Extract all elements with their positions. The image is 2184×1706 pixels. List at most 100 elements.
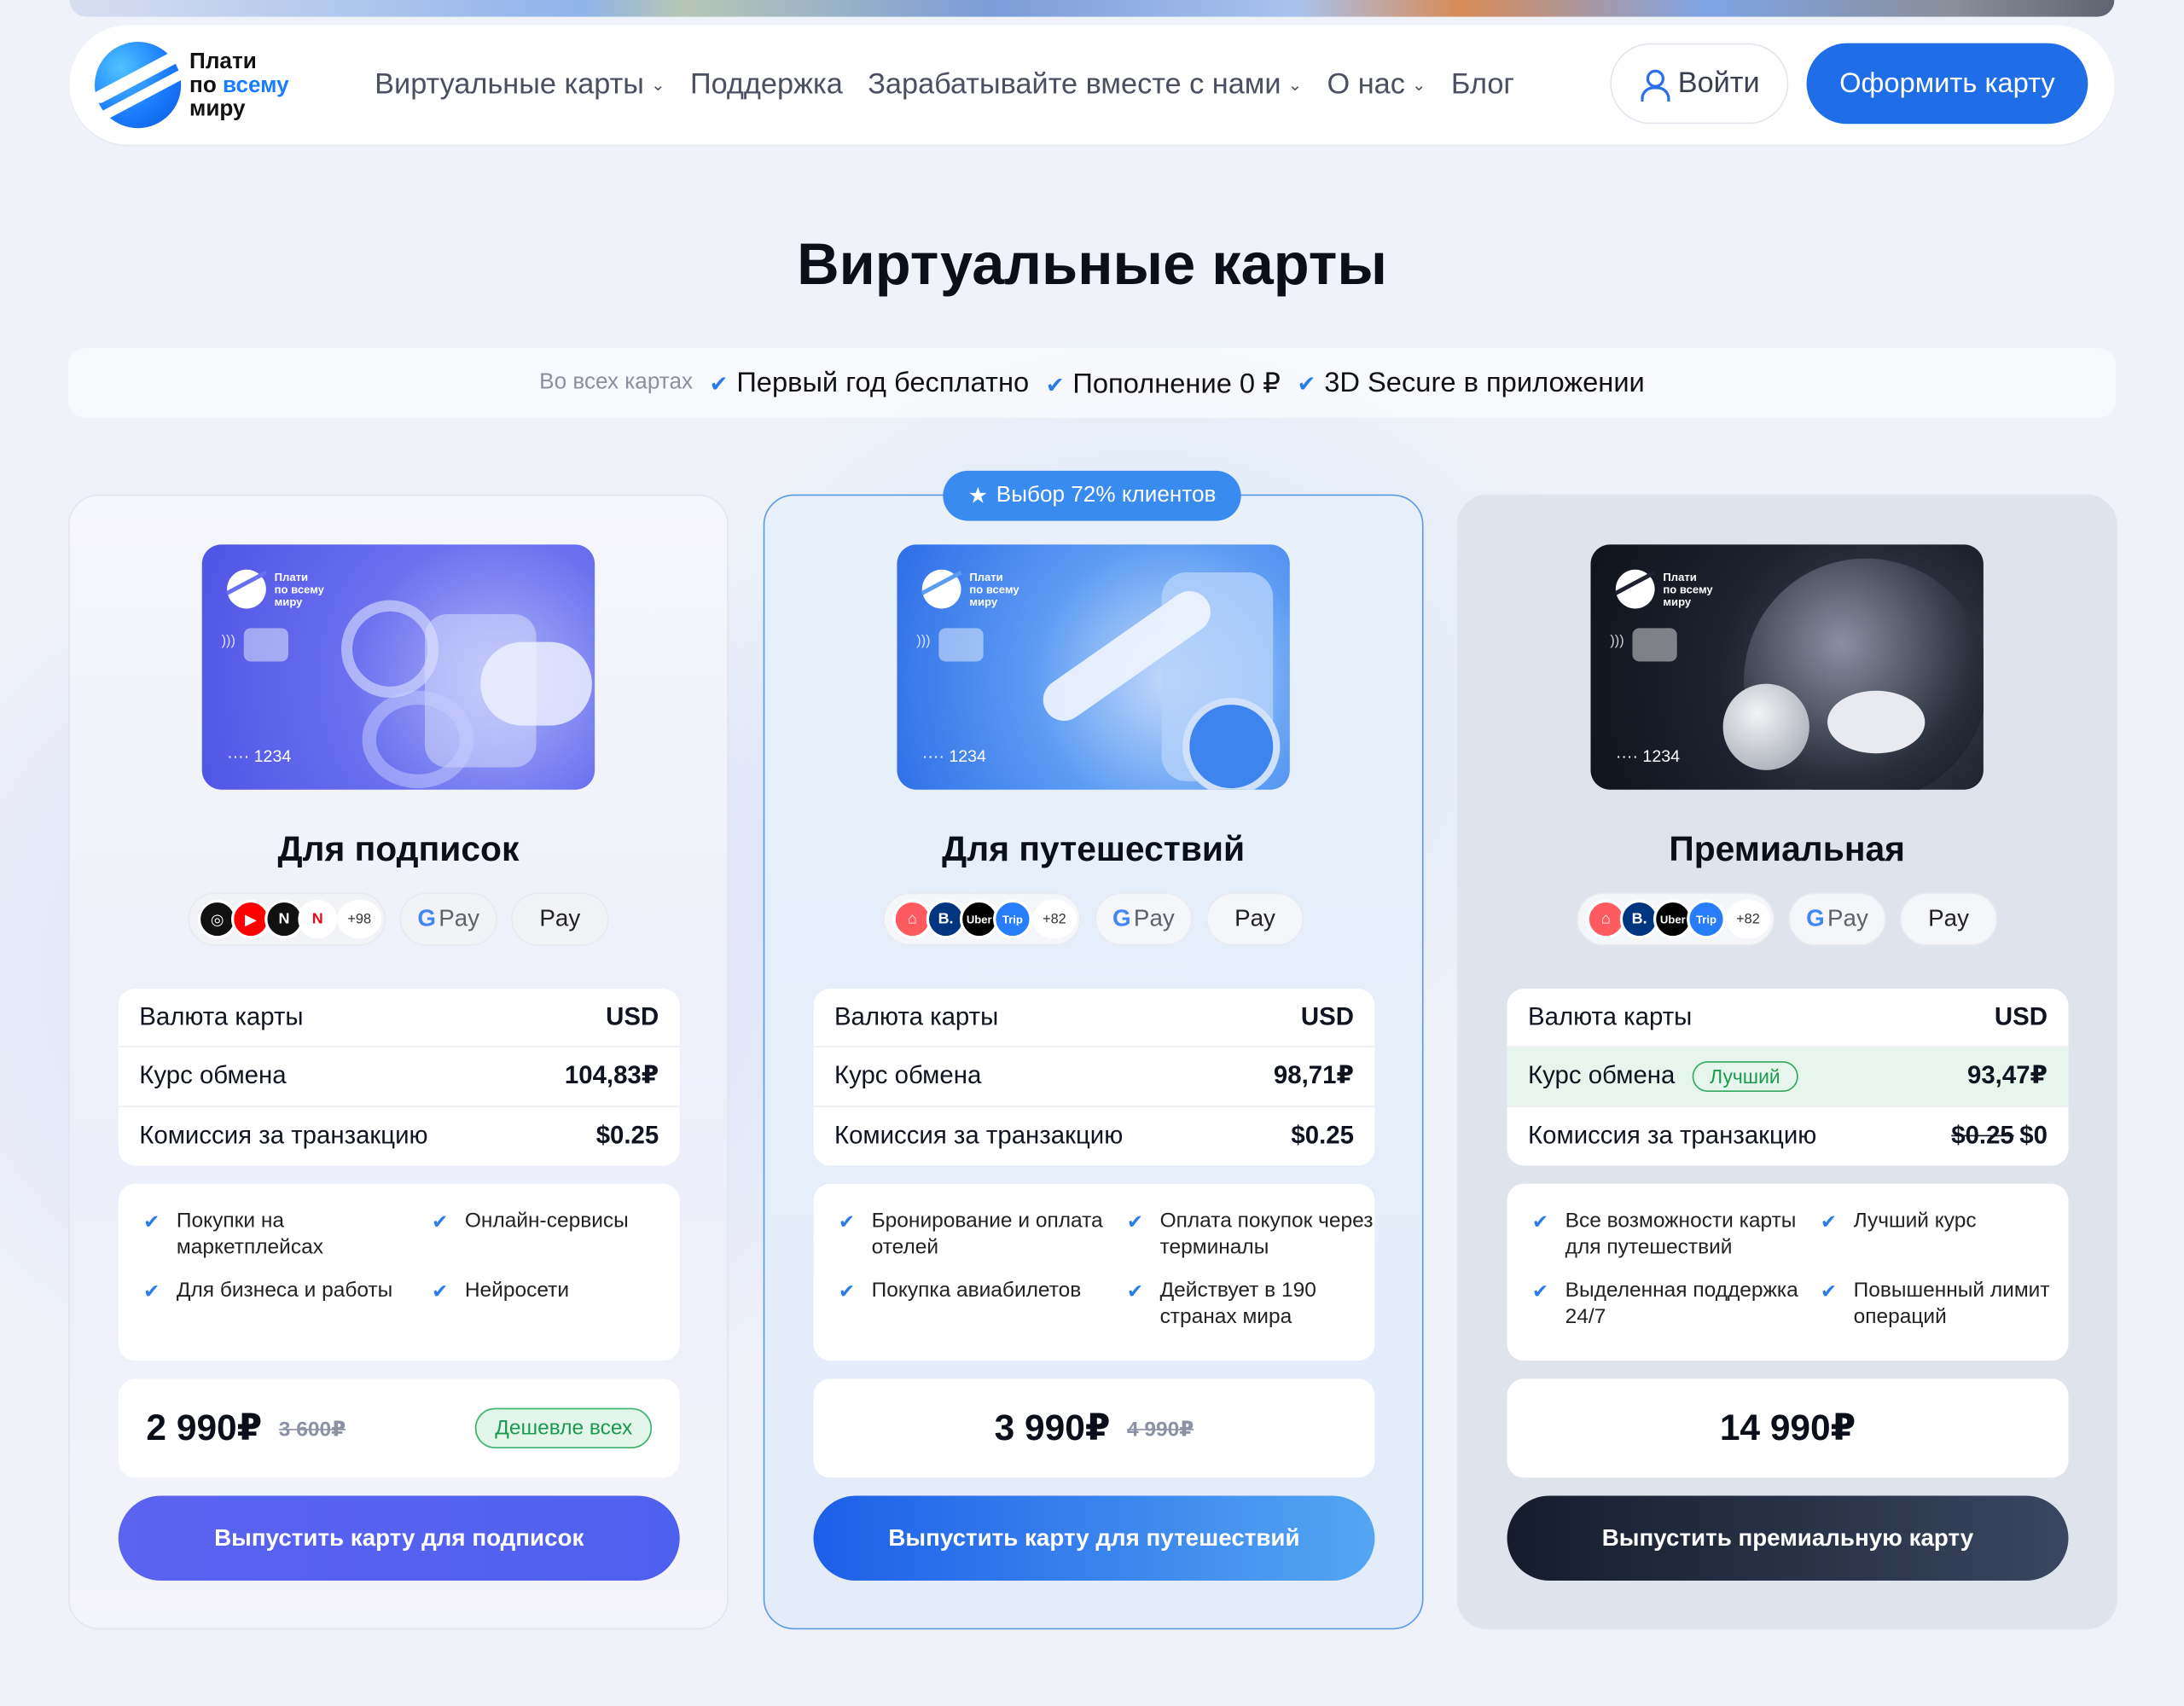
card-image: Плати по всему миру ))) ···· 1234 [201,544,595,790]
benefit-item: ✔ Покупка авиабилетов [839,1277,1127,1330]
info-value: $0 [2019,1121,2048,1150]
chevron-down-icon: ⌄ [1412,75,1426,96]
card-title: Для подписок [277,830,520,869]
nav-label: Поддержка [689,68,843,101]
logo-icon[interactable] [95,41,182,129]
info-label: Валюта карты [1528,1002,1693,1031]
info-value: 104,83₽ [564,1061,659,1090]
google-pay-pill[interactable]: G Pay [1788,892,1886,946]
google-icon: G [417,905,436,932]
info-label: Курс обмена [834,1061,982,1090]
login-button[interactable]: Войти [1610,43,1789,125]
info-value: USD [606,1002,659,1031]
plan-card-subscriptions: Плати по всему миру ))) ···· 1234 Для подп… [68,494,729,1630]
hero-image-strip [69,0,2115,17]
check-icon: ✔ [432,1280,449,1303]
check-icon: ✔ [143,1210,160,1233]
info-label: Валюта карты [834,1002,999,1031]
benefit-item: ✔ Покупки на маркетплейсах [143,1208,432,1261]
payment-pills: ⌂ B. Uber Trip +82 G Pay Pay [764,892,1422,946]
check-icon: ✔ [1820,1280,1838,1303]
card-logo-text: Плати по всему миру [275,571,324,608]
apple-pay-pill[interactable]: Pay [1899,892,1998,946]
trip-icon: Trip [993,899,1032,939]
card-logo-line: миру [969,595,998,609]
benefit-label: Покупка авиабилетов [871,1278,1082,1303]
info-row-rate: Курс обмена 104,83₽ [118,1047,680,1107]
benefit-item: ✔ Лучший курс [1821,1208,2071,1261]
issue-travel-card-button[interactable]: Выпустить карту для путешествий [813,1495,1375,1581]
netflix-icon: N [298,899,338,939]
check-icon: ✔ [838,1210,856,1233]
chip-icon [1632,628,1677,662]
nav-item-blog[interactable]: Блог [1451,68,1514,102]
benefit-item: ✔ Выделенная поддержка 24/7 [1532,1277,1821,1330]
services-pill[interactable]: ⌂ B. Uber Trip +82 [1577,892,1774,946]
apple-pay-pill[interactable]: Pay [1205,892,1304,946]
feature-item: ✔ Пополнение 0 ₽ [1046,366,1281,401]
info-label: Валюта карты [139,1002,304,1031]
info-row-fee: Комиссия за транзакцию $0.25 [813,1106,1374,1165]
card-logo-line: по всему [274,583,324,596]
benefit-item: ✔ Действует в 190 странах мира [1127,1277,1378,1330]
benefit-item: ✔ Все возможности карты для путешествий [1532,1208,1821,1261]
benefit-item: ✔ Бронирование и оплата отелей [839,1208,1127,1261]
logo-line: Плати [189,49,257,74]
services-pill[interactable]: ◎ ▶ N N +98 [188,892,386,946]
order-card-button[interactable]: Оформить карту [1806,43,2088,125]
services-more: +98 [337,899,382,939]
card-logo-text: Плати по всему миру [1663,571,1712,608]
dollar-coin-icon [1722,683,1809,770]
check-icon: ✔ [1820,1210,1838,1233]
benefit-label: Для бизнеса и работы [176,1278,393,1303]
page-root: Плати по всему миру Виртуальные карты ⌄ П… [0,0,2184,1706]
card-logo-line: миру [274,595,303,609]
issue-premium-card-button[interactable]: Выпустить премиальную карту [1507,1495,2069,1581]
services-pill[interactable]: ⌂ B. Uber Trip +82 [883,892,1081,946]
gpay-label: Pay [439,905,480,932]
benefits-list: ✔ Бронирование и оплата отелей ✔ Оплата по… [813,1183,1375,1361]
chevron-down-icon: ⌄ [1287,75,1303,96]
info-row-currency: Валюта карты USD [118,989,680,1048]
check-icon: ✔ [838,1280,856,1303]
nav-label: Виртуальные карты [375,68,644,101]
benefit-label: Нейросети [464,1278,570,1303]
benefit-label: Повышенный лимит операций [1853,1278,2050,1329]
price-value: 3 990₽ [994,1406,1111,1448]
card-title: Для путешествий [942,830,1246,869]
user-icon [1639,68,1670,102]
info-value: $0.25 [1291,1121,1354,1150]
nav-item-support[interactable]: Поддержка [690,68,843,102]
info-row-fee: Комиссия за транзакцию $0.25 $0 [1507,1106,2069,1165]
info-value: 93,47₽ [1966,1061,2048,1090]
openai-icon [362,690,474,789]
google-pay-pill[interactable]: G Pay [1095,892,1193,946]
services-more: +82 [1031,899,1077,939]
logo-text[interactable]: Плати по всему миру [189,50,289,121]
contactless-icon: ))) [1610,633,1624,649]
nav-item-about[interactable]: О нас ⌄ [1327,68,1426,102]
feature-item: ✔ Первый год бесплатно [710,367,1030,399]
card-logo-text: Плати по всему миру [969,571,1019,608]
benefits-list: ✔ Все возможности карты для путешествий ✔… [1507,1183,2071,1361]
nav-item-virtual-cards[interactable]: Виртуальные карты ⌄ [375,68,665,102]
card-art [1827,690,1926,754]
contactless-icon: ))) [221,633,235,649]
nav-item-partners[interactable]: Зарабатывайте вместе с нами ⌄ [868,68,1302,102]
card-number: ···· 1234 [1615,746,1681,766]
google-pay-pill[interactable]: G Pay [399,892,497,946]
plan-card-premium: Плати по всему миру ))) ···· 1234 Премиаль… [1456,494,2117,1630]
chevron-down-icon: ⌄ [651,75,665,96]
benefit-label: Лучший курс [1853,1209,1977,1233]
info-value: 98,71₽ [1273,1061,1354,1090]
issue-subscriptions-card-button[interactable]: Выпустить карту для подписок [118,1495,680,1581]
apple-pay-pill[interactable]: Pay [511,892,609,946]
chip-icon [243,628,288,662]
card-number: ···· 1234 [921,746,986,766]
check-icon: ✔ [1297,372,1316,397]
feature-item: ✔ 3D Secure в приложении [1298,367,1645,399]
card-image: Плати по всему миру ))) ···· 1234 [1590,544,1984,790]
nav-label: Блог [1450,68,1514,101]
info-row-currency: Валюта карты USD [1507,989,2069,1048]
services-more: +82 [1725,899,1771,939]
